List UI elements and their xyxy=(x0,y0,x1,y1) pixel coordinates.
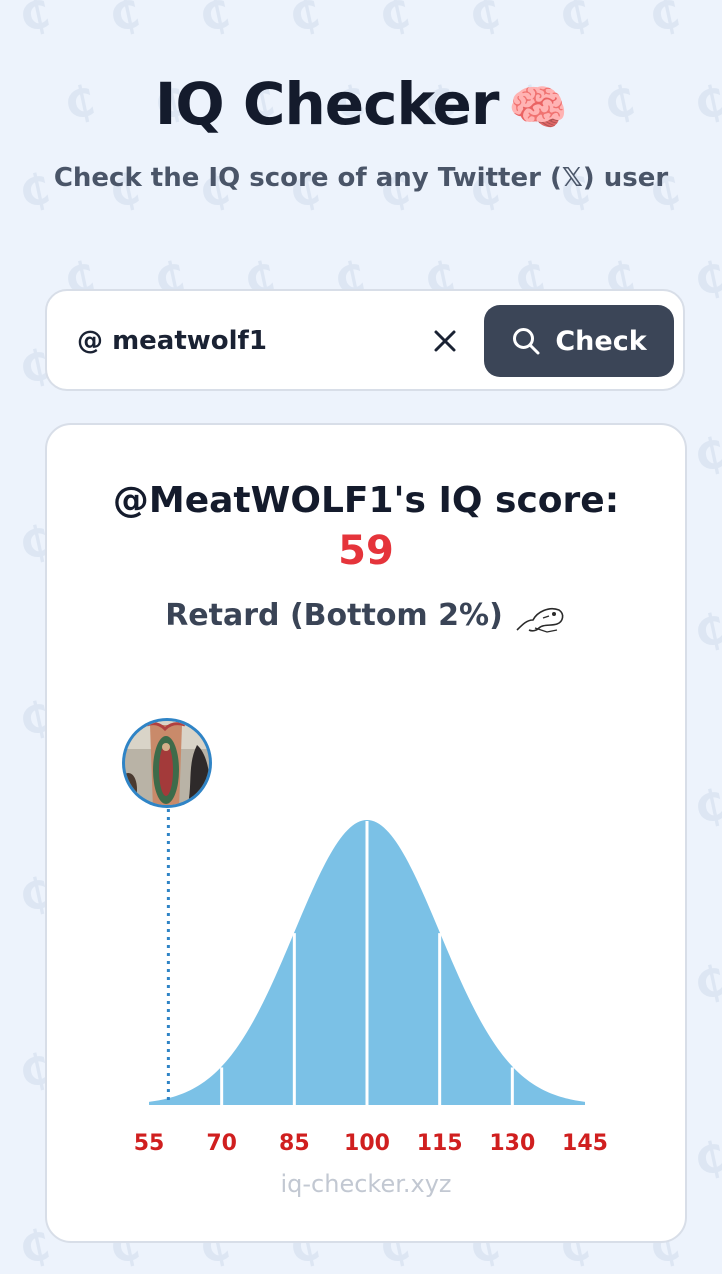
at-prefix: @ xyxy=(77,326,103,356)
check-button[interactable]: Check xyxy=(484,305,674,377)
watermark-glyph: ₵ xyxy=(375,0,415,42)
watermark-glyph: ₵ xyxy=(465,0,505,42)
x-tick-label-55: 55 xyxy=(134,1131,165,1156)
x-tick-label-70: 70 xyxy=(206,1131,237,1156)
x-tick-label-130: 130 xyxy=(489,1131,535,1156)
search-icon xyxy=(513,328,540,355)
x-tick-label-100: 100 xyxy=(344,1131,390,1156)
site-footer: iq-checker.xyz xyxy=(280,1170,452,1198)
watermark-glyph: ₵ xyxy=(690,427,722,482)
watermark-glyph: ₵ xyxy=(690,251,722,306)
iq-bell-curve-chart: 55 70 85 100 115 130 145 xyxy=(122,718,608,1156)
result-card: @MeatWOLF1's IQ score: 59 Retard (Bottom… xyxy=(45,423,687,1243)
username-value: meatwolf1 xyxy=(112,326,267,356)
watermark-glyph: ₵ xyxy=(645,0,685,42)
x-tick-label-145: 145 xyxy=(562,1131,608,1156)
username-input[interactable]: @ meatwolf1 xyxy=(77,326,267,356)
watermark-glyph: ₵ xyxy=(690,955,722,1010)
user-avatar xyxy=(122,718,212,808)
watermark-glyph: ₵ xyxy=(690,603,722,658)
brain-icon: 🧠 xyxy=(508,80,568,136)
watermark-glyph: ₵ xyxy=(195,0,235,42)
watermark-glyph: ₵ xyxy=(285,0,325,42)
watermark-glyph: ₵ xyxy=(690,1131,722,1186)
search-bar: @ meatwolf1 Check xyxy=(45,289,685,391)
watermark-glyph: ₵ xyxy=(555,0,595,42)
page-title: IQ Checker 🧠 xyxy=(154,70,568,138)
check-button-label: Check xyxy=(555,325,647,357)
page-subtitle: Check the IQ score of any Twitter (𝕏) us… xyxy=(53,163,669,193)
x-tick-label-115: 115 xyxy=(417,1131,463,1156)
close-icon xyxy=(434,330,456,352)
watermark-glyph: ₵ xyxy=(15,0,55,42)
clear-button[interactable] xyxy=(425,321,465,361)
watermark-glyph: ₵ xyxy=(105,0,145,42)
watermark-glyph: ₵ xyxy=(690,779,722,834)
x-tick-label-85: 85 xyxy=(279,1131,310,1156)
